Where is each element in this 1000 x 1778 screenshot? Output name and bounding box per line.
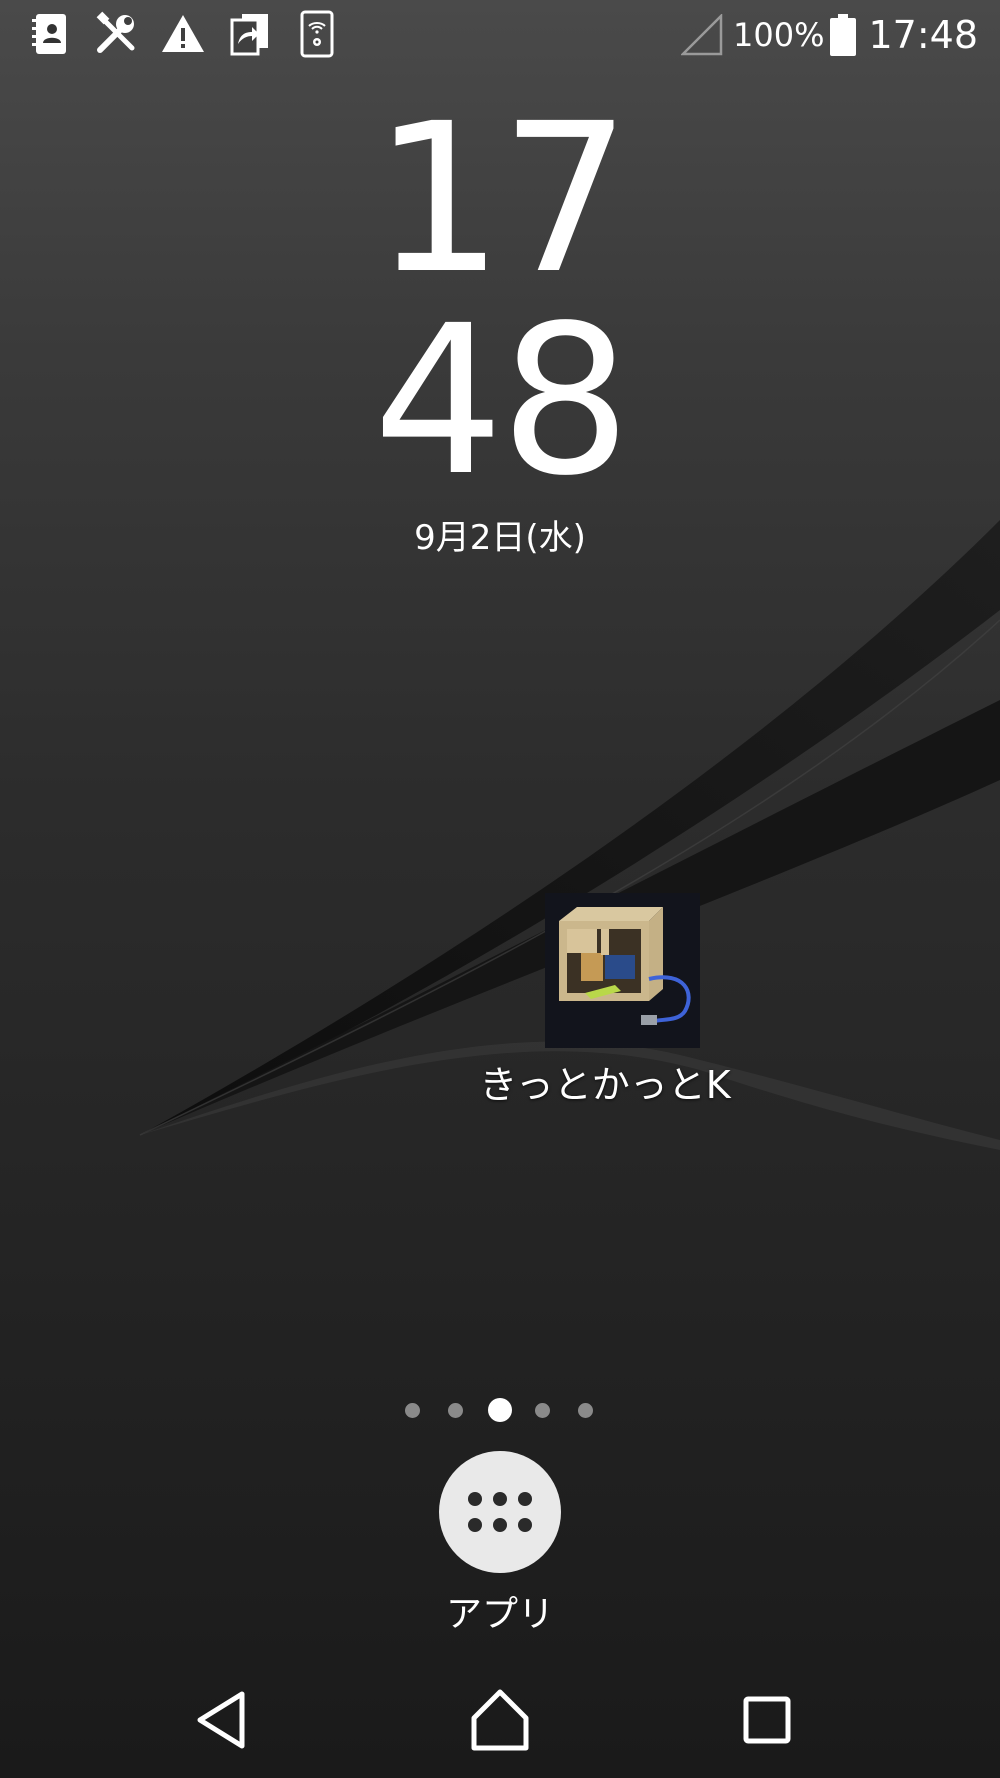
tools-icon xyxy=(92,10,140,58)
page-dot-5[interactable] xyxy=(578,1403,593,1418)
page-dot-2[interactable] xyxy=(448,1403,463,1418)
clock-minutes: 48 xyxy=(372,281,631,521)
grid-dots-icon xyxy=(468,1492,532,1532)
page-indicator xyxy=(0,1396,1000,1426)
home-icon xyxy=(471,1689,529,1751)
status-bar: 100% 17:48 xyxy=(0,0,1000,70)
clock-hours: 17 xyxy=(372,79,631,319)
clock-widget[interactable]: 17 48 9月2日(水) xyxy=(0,96,1000,559)
recents-icon xyxy=(743,1696,791,1744)
navigation-bar xyxy=(0,1660,1000,1778)
share-card-icon xyxy=(226,10,274,58)
project-photo-thumbnail xyxy=(545,893,700,1048)
contacts-book-icon xyxy=(26,10,74,58)
signal-empty-icon xyxy=(681,14,723,56)
page-dot-1[interactable] xyxy=(405,1403,420,1418)
status-right-group: 100% 17:48 xyxy=(681,6,978,64)
app-shortcut-label[interactable]: きっとかっとK xyxy=(470,1054,740,1109)
recents-button[interactable] xyxy=(727,1680,807,1760)
battery-full-icon xyxy=(830,14,857,56)
page-dot-3-active[interactable] xyxy=(488,1398,512,1422)
battery-percent: 100% xyxy=(733,16,825,54)
status-time: 17:48 xyxy=(868,13,978,57)
back-button[interactable] xyxy=(184,1680,264,1760)
app-shortcut-icon[interactable] xyxy=(545,893,700,1048)
app-drawer-button[interactable] xyxy=(439,1451,561,1573)
back-icon xyxy=(197,1691,245,1749)
wifi-settings-icon xyxy=(293,10,341,58)
home-screen: 100% 17:48 17 48 9月2日(水) きっとかっとK アプリ xyxy=(0,0,1000,1778)
warning-icon xyxy=(159,10,207,58)
page-dot-4[interactable] xyxy=(535,1403,550,1418)
clock-date: 9月2日(水) xyxy=(414,518,586,558)
home-button[interactable] xyxy=(460,1680,540,1760)
app-drawer-label: アプリ xyxy=(445,1594,554,1635)
